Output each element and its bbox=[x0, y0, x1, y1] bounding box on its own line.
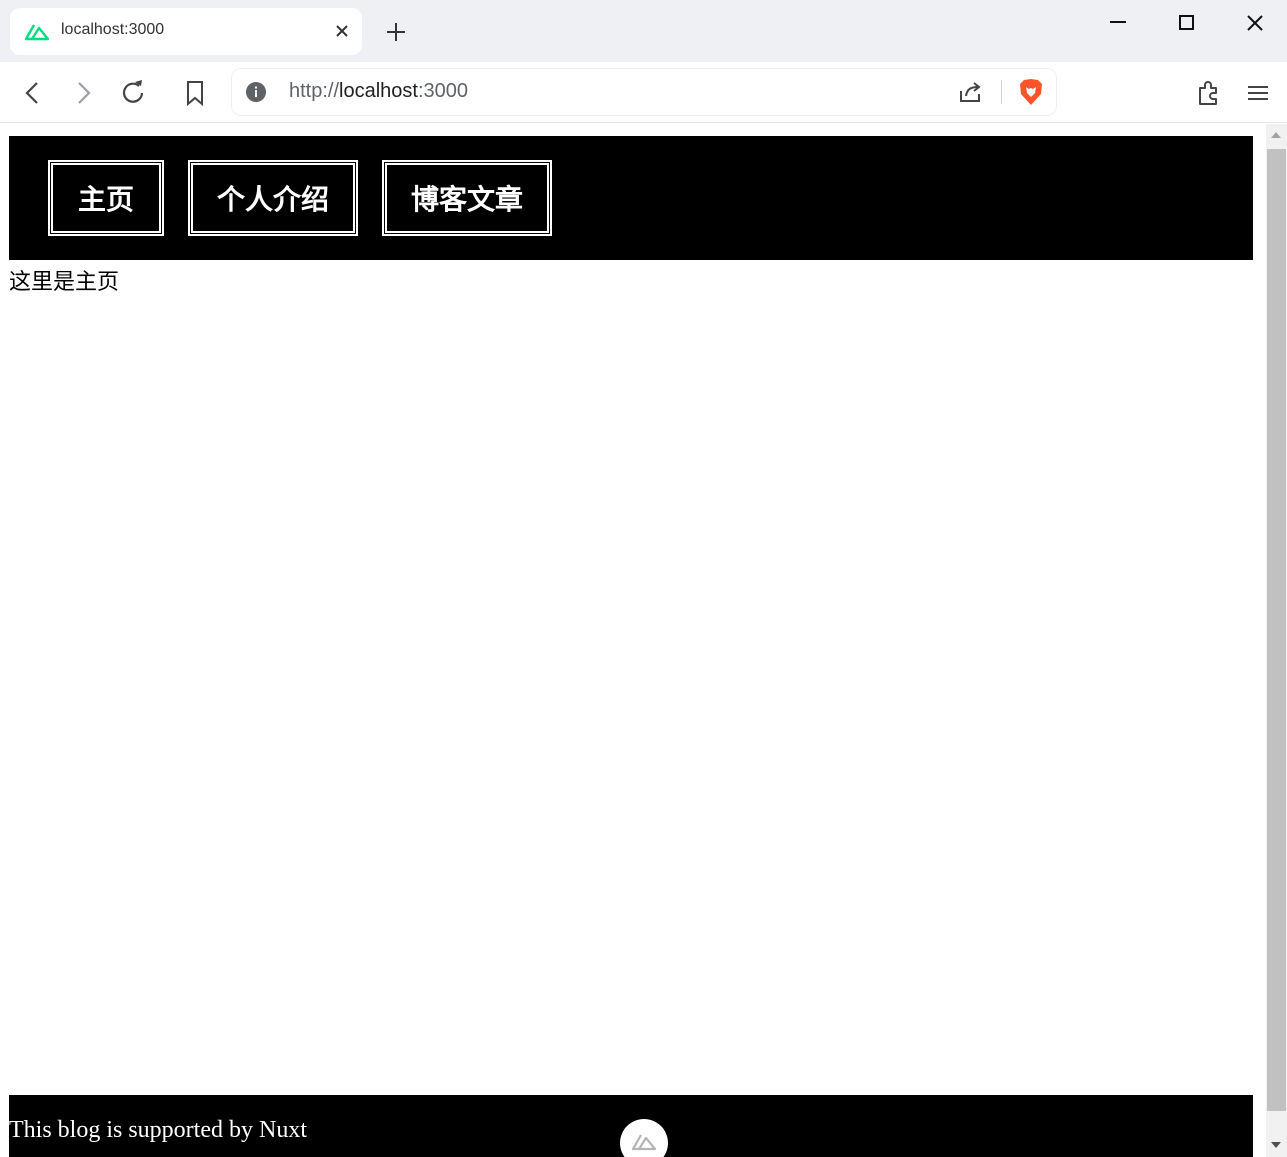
nav-home-button[interactable]: 主页 bbox=[48, 160, 164, 236]
bookmark-icon[interactable] bbox=[180, 78, 210, 108]
window-close-icon[interactable] bbox=[1240, 8, 1270, 38]
scroll-thumb[interactable] bbox=[1267, 149, 1286, 1111]
brave-shields-icon[interactable] bbox=[1018, 78, 1044, 106]
share-icon[interactable] bbox=[957, 79, 983, 105]
url-divider bbox=[1001, 80, 1002, 104]
new-tab-plus-icon[interactable] bbox=[383, 19, 409, 45]
info-icon[interactable] bbox=[245, 81, 267, 103]
site-nav: 主页 个人介绍 博客文章 bbox=[9, 136, 1253, 260]
page-content: 这里是主页 bbox=[9, 270, 120, 295]
scroll-up-arrow-icon[interactable] bbox=[1271, 132, 1281, 138]
forward-arrow-icon[interactable] bbox=[68, 78, 98, 108]
nuxt-devtools-button[interactable] bbox=[620, 1119, 668, 1157]
menu-icon[interactable] bbox=[1243, 78, 1273, 108]
reload-icon[interactable] bbox=[118, 78, 148, 108]
nuxt-logo-icon bbox=[24, 24, 50, 41]
nuxt-logo-icon bbox=[631, 1134, 657, 1151]
browser-toolbar: http://localhost:3000 bbox=[0, 62, 1287, 123]
close-icon[interactable] bbox=[332, 21, 352, 41]
vertical-scrollbar[interactable] bbox=[1266, 124, 1287, 1157]
site-footer: This blog is supported by Nuxt bbox=[9, 1095, 1253, 1157]
address-bar[interactable]: http://localhost:3000 bbox=[231, 68, 1057, 116]
tab-title: localhost:3000 bbox=[61, 21, 165, 38]
page-viewport: 主页 个人介绍 博客文章 这里是主页 This blog is supporte… bbox=[0, 124, 1266, 1157]
nav-blog-button[interactable]: 博客文章 bbox=[382, 160, 552, 236]
footer-text: This blog is supported by Nuxt bbox=[9, 1117, 307, 1143]
browser-tab[interactable]: localhost:3000 bbox=[10, 8, 362, 55]
back-arrow-icon[interactable] bbox=[18, 78, 48, 108]
tab-strip: localhost:3000 bbox=[0, 0, 1287, 62]
extensions-puzzle-icon[interactable] bbox=[1194, 78, 1224, 108]
scroll-down-arrow-icon[interactable] bbox=[1271, 1142, 1281, 1148]
url-text[interactable]: http://localhost:3000 bbox=[289, 80, 468, 103]
nav-about-button[interactable]: 个人介绍 bbox=[188, 160, 358, 236]
minimize-icon[interactable] bbox=[1103, 8, 1133, 38]
maximize-icon[interactable] bbox=[1172, 8, 1202, 38]
